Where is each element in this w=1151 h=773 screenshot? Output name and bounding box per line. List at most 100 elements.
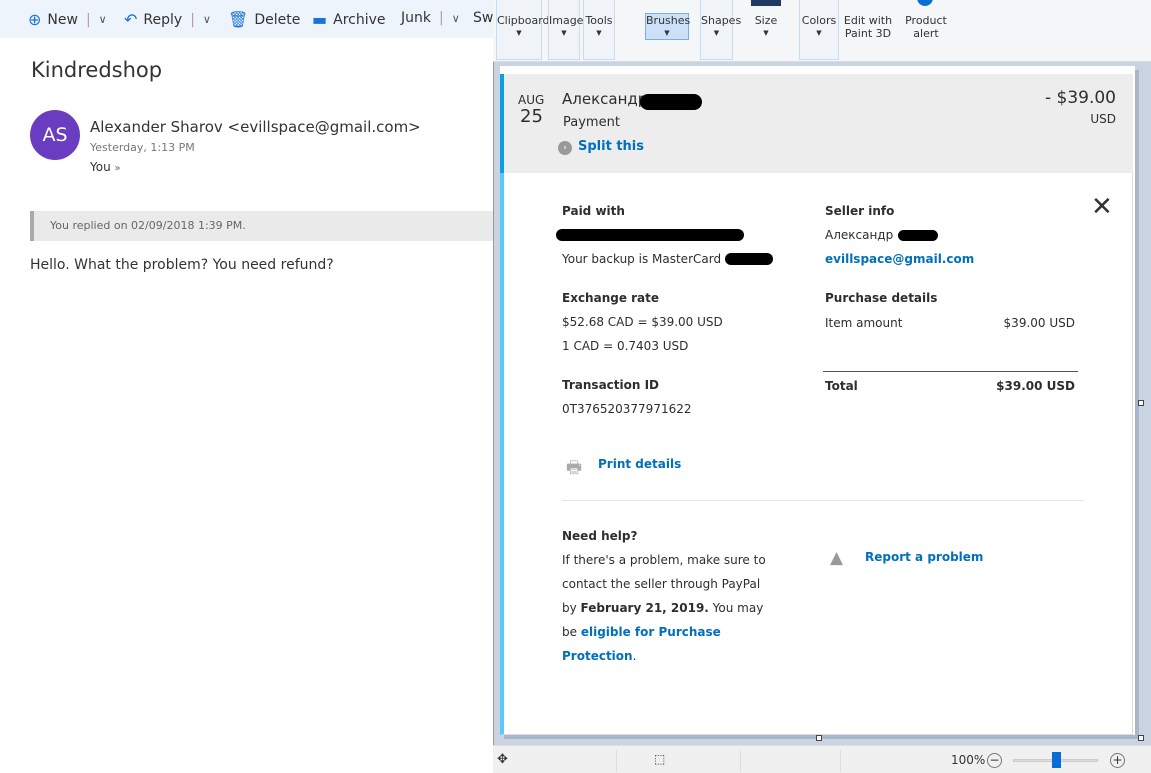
purchase-protection-link[interactable]: eligible for Purchase: [581, 625, 721, 639]
new-label: New: [47, 11, 78, 28]
junk-label: Junk: [401, 10, 431, 26]
mail-toolbar: ⊕ New | ∨ ↶ Reply | ∨ 🗑 Delete ▬ Archive Junk | ∨ …: [0, 0, 502, 38]
exchange-rate-1: $52.68 CAD = $39.00 USD: [562, 315, 723, 329]
recipient[interactable]: You »: [90, 160, 121, 174]
total-value: $39.00 USD: [996, 379, 1075, 393]
help-text: be eligible for Purchase: [562, 625, 721, 639]
mail-pane: ⊕ New | ∨ ↶ Reply | ∨ 🗑 Delete ▬ Archive Junk | ∨ …: [0, 0, 502, 773]
seller-name: Александр: [825, 228, 894, 242]
dropdown-arrow-icon: ▼: [516, 29, 522, 37]
email-subject: Kindredshop: [31, 58, 163, 82]
dropdown-arrow-icon: ▼: [561, 29, 567, 37]
ribbon-tools[interactable]: Tools ▼: [583, 0, 615, 60]
dropdown-arrow-icon: ▼: [596, 29, 602, 37]
ribbon-shapes[interactable]: Shapes ▼: [700, 0, 742, 60]
printer-icon: 🖶: [566, 458, 583, 478]
zoom-out-button[interactable]: −: [987, 753, 1002, 768]
item-amount-label: Item amount: [825, 316, 903, 330]
archive-label: Archive: [333, 11, 386, 28]
move-cursor-icon: ✥: [497, 752, 508, 767]
chevron-right-icon: ›: [558, 141, 572, 155]
help-text: Protection.: [562, 649, 637, 663]
resize-handle[interactable]: [816, 735, 822, 741]
ribbon-label: Image: [549, 14, 584, 27]
ribbon-brushes[interactable]: Brushes ▼: [645, 0, 690, 60]
expand-icon[interactable]: »: [115, 163, 121, 174]
transaction-id-label: Transaction ID: [562, 378, 660, 392]
help-text: contact the seller through PayPal: [562, 577, 761, 591]
trash-icon: 🗑: [228, 10, 249, 29]
redaction: [898, 230, 938, 241]
item-amount-value: $39.00 USD: [1003, 316, 1075, 330]
warning-icon: ▲: [830, 548, 844, 568]
chevron-down-icon[interactable]: ∨: [203, 13, 211, 26]
zoom-slider-thumb[interactable]: [1051, 752, 1061, 768]
resize-handle[interactable]: [1138, 735, 1144, 741]
ribbon-image[interactable]: Image ▼: [548, 0, 584, 60]
avatar: AS: [30, 110, 80, 160]
reply-label: Reply: [143, 11, 183, 28]
ribbon-label: Size: [754, 14, 778, 27]
paint-ribbon: Clipboard ▼ Image ▼ Tools ▼ Brushes ▼ Shapes…: [493, 0, 1151, 62]
delete-button[interactable]: 🗑 Delete: [228, 10, 300, 29]
zoom-level: 100%: [951, 753, 986, 767]
zoom-in-button[interactable]: +: [1110, 753, 1125, 768]
chevron-down-icon[interactable]: ∨: [99, 13, 107, 26]
report-problem-link[interactable]: Report a problem: [865, 550, 983, 564]
dropdown-arrow-icon: ▼: [763, 29, 769, 37]
txn-day: 25: [520, 106, 543, 127]
transaction-id: 0T376520377971622: [562, 402, 692, 416]
paid-with-label: Paid with: [562, 204, 625, 218]
need-help-label: Need help?: [562, 529, 638, 543]
ribbon-label: Tools: [585, 14, 613, 27]
ribbon-label: Clipboard: [497, 14, 550, 27]
archive-icon: ▬: [312, 10, 328, 29]
ribbon-edit-paint3d[interactable]: Edit with Paint 3D: [842, 0, 894, 60]
purchase-details-label: Purchase details: [825, 291, 938, 305]
redaction: [725, 253, 773, 265]
redaction: [640, 94, 702, 110]
exchange-rate-label: Exchange rate: [562, 291, 660, 305]
print-details-link[interactable]: Print details: [598, 457, 681, 471]
ribbon-label: Paint 3D: [844, 27, 892, 40]
ribbon-label: Brushes ▼: [645, 13, 690, 40]
purchase-protection-link[interactable]: Protection: [562, 649, 633, 663]
total-label: Total: [825, 379, 858, 393]
divider: [823, 371, 1078, 372]
txn-name: Александр: [562, 90, 648, 108]
txn-currency: USD: [1090, 112, 1116, 126]
junk-button[interactable]: Junk | ∨: [401, 10, 460, 26]
backup-payment: Your backup is MasterCard: [562, 252, 722, 266]
ribbon-label: Shapes: [701, 14, 742, 27]
reply-icon: ↶: [124, 10, 138, 29]
split-link[interactable]: › Split this: [558, 139, 644, 155]
ribbon-label: Edit with: [843, 14, 893, 27]
close-icon[interactable]: ✕: [1091, 192, 1113, 222]
archive-button[interactable]: ▬ Archive: [312, 10, 386, 29]
new-button[interactable]: ⊕ New | ∨: [28, 10, 107, 29]
replied-notice: You replied on 02/09/2018 1:39 PM.: [30, 211, 493, 241]
txn-type: Payment: [563, 115, 620, 130]
reply-button[interactable]: ↶ Reply | ∨: [124, 10, 211, 29]
exchange-rate-2: 1 CAD = 0.7403 USD: [562, 339, 689, 353]
ribbon-colors[interactable]: Colors ▼: [799, 0, 839, 60]
size-swatch: [751, 0, 781, 6]
ribbon-product-alert[interactable]: Product alert: [903, 0, 949, 60]
seller-email-link[interactable]: evillspace@gmail.com: [825, 252, 974, 266]
redaction: [556, 229, 744, 241]
dropdown-arrow-icon: ▼: [816, 29, 822, 37]
recipient-label: You: [90, 160, 111, 174]
ribbon-size[interactable]: Size ▼: [751, 0, 781, 60]
ribbon-clipboard[interactable]: Clipboard ▼: [496, 0, 550, 60]
delete-label: Delete: [254, 11, 301, 28]
sender[interactable]: Alexander Sharov <evillspace@gmail.com>: [90, 118, 421, 136]
status-bar: ✥ ⬚ 100% − +: [493, 745, 1151, 773]
chevron-down-icon[interactable]: ∨: [452, 12, 460, 25]
txn-amount: - $39.00: [1044, 88, 1116, 108]
plus-circle-icon: ⊕: [28, 10, 42, 29]
seller-info-label: Seller info: [825, 204, 895, 218]
ribbon-label: Product: [905, 14, 947, 27]
help-text: by February 21, 2019. You may: [562, 601, 764, 615]
resize-handle[interactable]: [1138, 400, 1144, 406]
timestamp: Yesterday, 1:13 PM: [90, 141, 195, 154]
